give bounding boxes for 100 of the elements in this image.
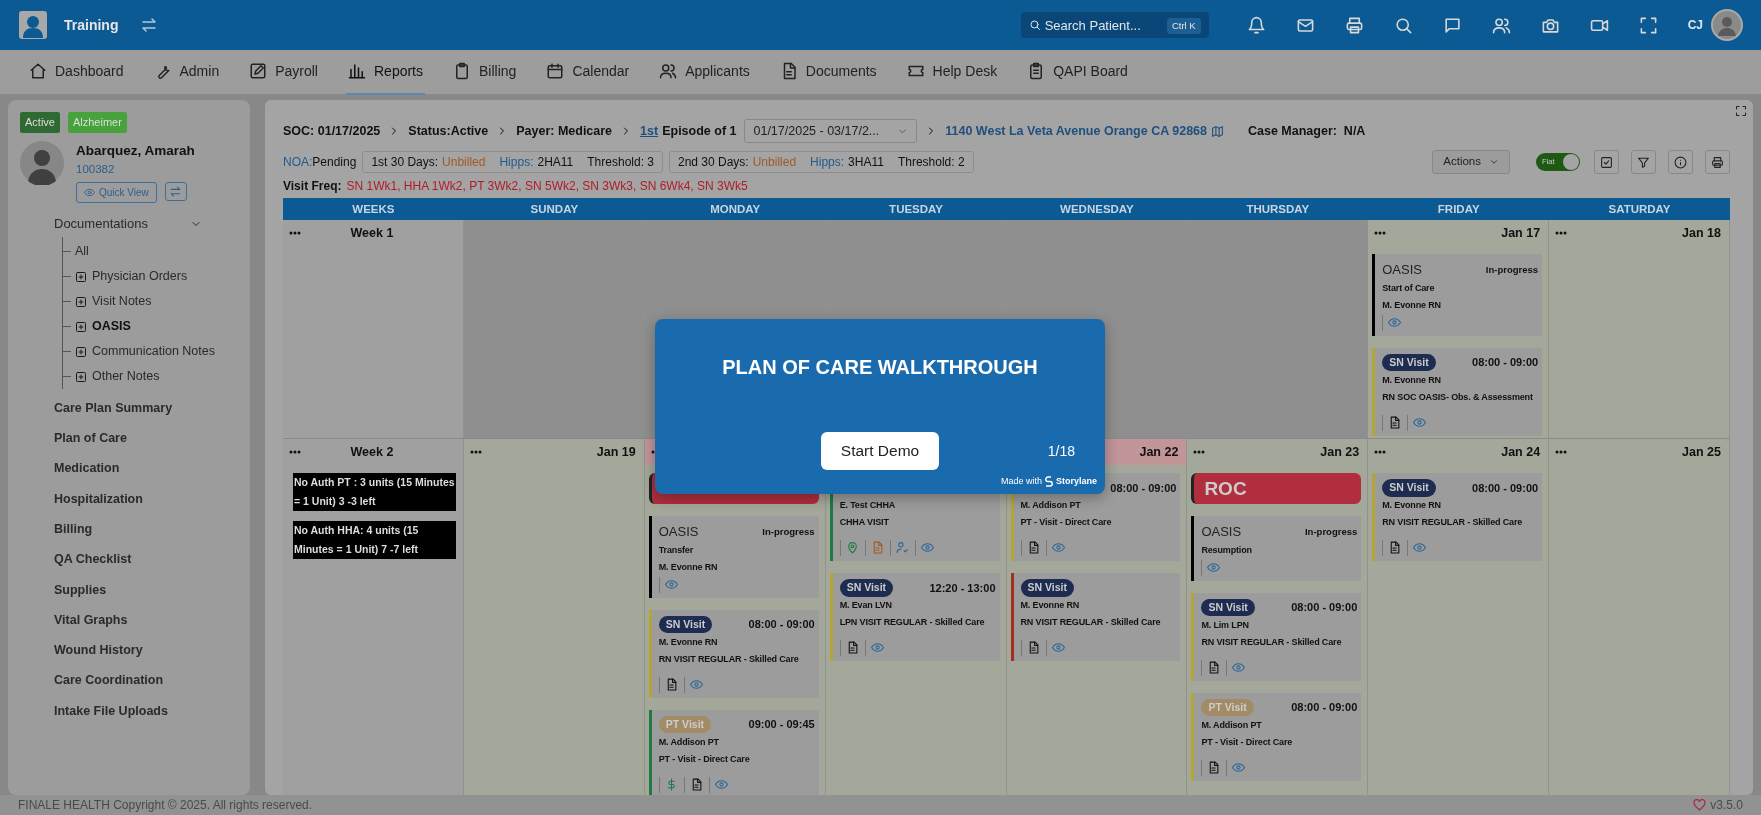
visit-card[interactable]: SN Visit M. Evonne RN RN VISIT REGULAR - Skilled Care: [1010, 573, 1181, 661]
sidebar-item[interactable]: Vital Graphs: [16, 605, 250, 636]
visit-card[interactable]: SN Visit 08:00 - 09:00 M. Evonne RN RN VISIT REGULAR - Skilled Care: [648, 609, 819, 698]
oasis-card[interactable]: OASIS In-progress Resumption: [1191, 516, 1362, 581]
check-icon: [1600, 155, 1613, 169]
document-icon[interactable]: [1388, 541, 1402, 554]
expand-icon[interactable]: [75, 370, 87, 383]
date-range-select[interactable]: 01/17/2025 - 03/17/2...: [744, 119, 918, 143]
brand-logo-icon: [1045, 475, 1053, 487]
visit-card[interactable]: SN Visit 08:00 - 09:00 M. Evonne RN RN SOC OASIS- Obs. & Assessment: [1372, 347, 1543, 436]
logo-icon[interactable]: [18, 10, 48, 40]
expand-icon[interactable]: [75, 345, 87, 358]
more-icon[interactable]: [469, 450, 482, 454]
copyright-text: FINALE HEALTH Copyright © 2025. All rights reserved.: [18, 797, 313, 814]
fullscreen-icon[interactable]: [1638, 15, 1658, 35]
tree-item[interactable]: OASIS: [92, 314, 131, 339]
visit-type-badge: SN Visit: [1020, 579, 1074, 597]
person-check-icon[interactable]: [895, 541, 909, 554]
map-icon[interactable]: [1211, 124, 1224, 138]
tree-item[interactable]: Communication Notes: [92, 339, 215, 364]
clinician-name: M. Addison PT: [1201, 718, 1263, 732]
expand-icon[interactable]: [1735, 105, 1747, 117]
nav-tab[interactable]: Applicants: [657, 49, 752, 95]
more-icon[interactable]: [289, 231, 301, 235]
document-icon[interactable]: [1207, 760, 1221, 774]
sidebar-item[interactable]: Hospitalization: [16, 483, 250, 515]
sidebar-item[interactable]: Wound History: [16, 635, 250, 666]
swap-icon[interactable]: [140, 16, 159, 34]
sidebar-item[interactable]: Medication: [16, 453, 250, 484]
nav-tab[interactable]: Calendar: [544, 49, 632, 95]
sidebar-item[interactable]: Care Coordination: [16, 665, 250, 696]
visit-type-badge: SN Visit: [658, 615, 713, 634]
sidebar-item[interactable]: Intake File Uploads: [16, 695, 250, 727]
info-icon: [1674, 155, 1687, 169]
start-demo-button[interactable]: Start Demo: [821, 432, 939, 470]
visit-card[interactable]: SN Visit 08:00 - 09:00 M. Evonne RN RN VISIT REGULAR - Skilled Care: [1372, 473, 1543, 561]
nav-tab[interactable]: QAPI Board: [1025, 49, 1130, 95]
visit-card[interactable]: SN Visit 08:00 - 09:00 M. Lim LPN RN VISIT REGULAR - Skilled Care: [1191, 592, 1362, 681]
more-icon[interactable]: [289, 450, 301, 454]
sidebar-item[interactable]: Supplies: [16, 574, 250, 606]
document-icon[interactable]: [1207, 660, 1221, 674]
nav-tab[interactable]: Billing: [451, 49, 519, 95]
printer-icon[interactable]: [1344, 15, 1364, 35]
nav-tab[interactable]: Help Desk: [904, 49, 1000, 95]
expand-icon[interactable]: [75, 295, 87, 308]
more-icon[interactable]: [1193, 450, 1206, 454]
nav-tab[interactable]: Admin: [151, 49, 222, 95]
tree-item[interactable]: Other Notes: [92, 364, 160, 389]
nav-tab[interactable]: Dashboard: [27, 49, 126, 95]
visit-type-badge: SN Visit: [839, 579, 894, 597]
nav-tab[interactable]: Payroll: [247, 49, 320, 95]
more-icon[interactable]: [1555, 231, 1568, 235]
more-icon[interactable]: [1555, 450, 1568, 454]
filter-button[interactable]: [1631, 150, 1656, 174]
visit-time: 08:00 - 09:00: [1291, 700, 1358, 716]
printer-icon: [1711, 155, 1724, 169]
info-text: Episode of 1: [662, 122, 737, 140]
clinician-name: M. Evonne RN: [1382, 298, 1442, 312]
address-link[interactable]: 1140 West La Veta Avenue Orange CA 92868: [945, 121, 1207, 141]
info-button[interactable]: [1668, 150, 1693, 174]
threshold: Threshold: 3: [587, 154, 654, 171]
visit-time: 09:00 - 09:45: [748, 717, 815, 733]
chat-icon[interactable]: [1442, 15, 1462, 35]
oasis-card[interactable]: OASIS In-progress Start of Care M. Evonne RN: [1372, 254, 1543, 336]
oasis-card[interactable]: OASIS In-progress Transfer M. Evonne RN: [648, 516, 819, 598]
more-icon[interactable]: [1374, 450, 1387, 454]
case-manager: Case Manager: N/A: [1248, 122, 1366, 140]
user-initials: CJ: [1687, 17, 1703, 34]
expand-icon[interactable]: [75, 320, 87, 333]
section-toggle[interactable]: Documentations: [54, 214, 148, 234]
nav-tab[interactable]: Documents: [777, 49, 879, 95]
tree-item[interactable]: All: [75, 239, 89, 264]
tree-item[interactable]: Visit Notes: [92, 289, 152, 314]
print-button[interactable]: [1705, 150, 1730, 174]
auth-note: No Auth PT : 3 units (15 Minutes = 1 Unit) 3 -3 left: [293, 473, 456, 511]
users-icon[interactable]: [1491, 15, 1511, 35]
search-icon[interactable]: [1393, 15, 1413, 35]
episode-link[interactable]: 1st: [640, 121, 659, 141]
visit-card[interactable]: SN Visit 12:20 - 13:00 M. Evan LVN LPN VISIT REGULAR - Skilled Care: [829, 573, 1000, 661]
sidebar-item[interactable]: Billing: [16, 514, 250, 545]
visit-card[interactable]: PT Visit 08:00 - 09:00 M. Addison PT PT - Visit - Direct Care: [1191, 692, 1362, 781]
hipps-label: Hipps:: [810, 154, 845, 171]
sidebar-item[interactable]: Plan of Care: [16, 423, 250, 454]
nav-tab[interactable]: Reports: [346, 49, 425, 95]
user-avatar[interactable]: [1711, 9, 1743, 41]
checklist-button[interactable]: [1594, 150, 1619, 174]
actions-button[interactable]: Actions: [1432, 150, 1510, 174]
tree-item[interactable]: Physician Orders: [92, 264, 188, 289]
bar-chart-icon: [348, 62, 366, 80]
sidebar-item[interactable]: Care Plan Summary: [16, 393, 250, 424]
column-header: THURSDAY: [1187, 198, 1369, 220]
noa-status: Pending: [312, 154, 357, 171]
notification-icon[interactable]: [1246, 15, 1266, 35]
sidebar-item[interactable]: QA Checklist: [16, 544, 250, 575]
document-icon[interactable]: [1388, 415, 1402, 429]
visit-card[interactable]: PT Visit 09:00 - 09:45 M. Addison PT PT - Visit - Direct Care: [648, 709, 819, 795]
patient-name: Abarquez, Amarah: [76, 141, 195, 160]
more-icon[interactable]: [1374, 231, 1387, 235]
service-name: RN VISIT REGULAR - Skilled Care: [1382, 516, 1524, 529]
expand-icon[interactable]: [75, 270, 87, 283]
